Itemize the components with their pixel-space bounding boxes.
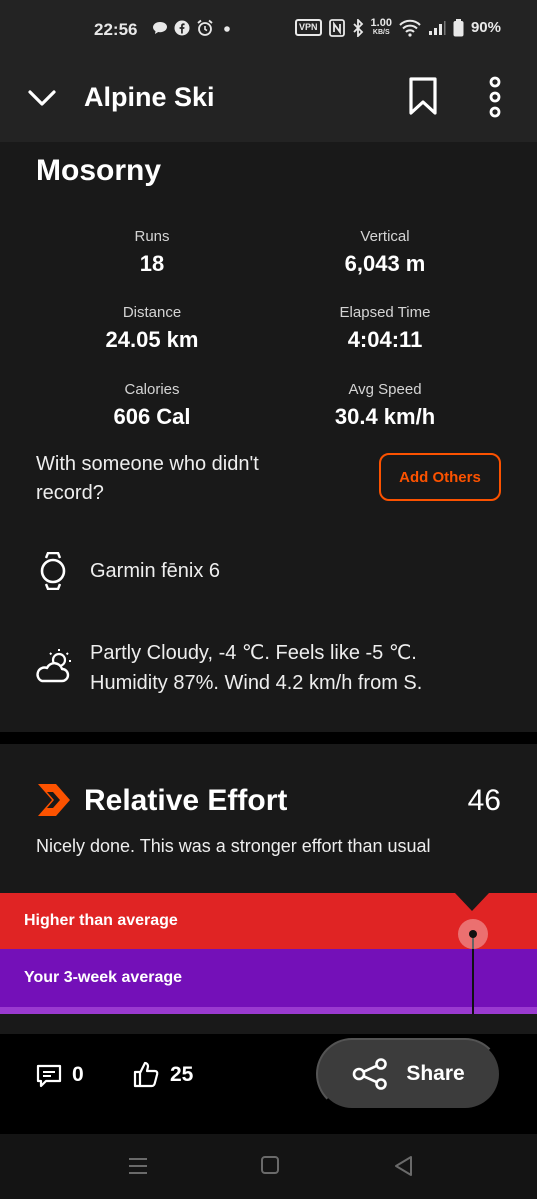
home-icon[interactable] (261, 1156, 279, 1174)
battery-icon (453, 18, 464, 36)
stat-label: Avg Speed (348, 381, 422, 398)
system-status-icons: VPN 1.00 KB/S 90% (295, 18, 501, 37)
stat-value: 6,043 m (344, 251, 426, 276)
stat-value: 30.4 km/h (334, 404, 436, 429)
signal-icon (428, 20, 446, 35)
band-lower-range (0, 1007, 537, 1014)
score-pointer (455, 893, 489, 911)
bluetooth-icon (352, 18, 363, 37)
with-others-prompt: With someone who didn't record? (36, 453, 259, 504)
stat-value: 4:04:11 (347, 327, 423, 352)
band-three-week-average: Your 3-week average (0, 949, 537, 1007)
device-name: Garmin fēnix 6 (90, 560, 221, 582)
dot-icon (224, 26, 230, 32)
back-icon[interactable] (393, 1155, 413, 1177)
relative-effort-card[interactable]: Relative Effort 46 Nicely done. This was… (0, 744, 537, 1034)
chevron-down-icon[interactable] (26, 82, 58, 114)
activity-actions: 0 25 Share (0, 1034, 537, 1134)
app-bar: Alpine Ski (0, 60, 537, 142)
watch-icon (40, 552, 66, 590)
stat-label: Distance (122, 304, 182, 321)
more-vertical-icon[interactable] (482, 76, 508, 118)
stat-calories: Calories 606 Cal (42, 381, 262, 430)
stat-vertical: Vertical 6,043 m (275, 228, 495, 277)
section-divider (0, 732, 537, 744)
vpn-icon: VPN (295, 19, 322, 36)
battery-percent: 90% (470, 19, 501, 36)
stat-runs: Runs 18 (42, 228, 262, 277)
weather-summary: Partly Cloudy, -4 ℃. Feels like -5 ℃. Hu… (90, 638, 510, 698)
stat-value: 24.05 km (105, 327, 199, 352)
add-others-button[interactable]: Add Others (379, 453, 501, 501)
stat-elapsed-time: Elapsed Time 4:04:11 (275, 304, 495, 353)
system-navigation-bar (0, 1134, 537, 1199)
stat-label: Runs (134, 228, 170, 245)
alarm-icon (197, 19, 213, 36)
band-label: Your 3-week average (24, 969, 183, 986)
comment-icon[interactable] (36, 1064, 62, 1088)
share-label: Share (406, 1062, 465, 1085)
net-speed: 1.00 KB/S (370, 17, 392, 37)
thumbs-up-icon[interactable] (133, 1060, 159, 1088)
notification-icons (152, 19, 234, 37)
stat-value: 18 (139, 251, 165, 276)
stat-label: Vertical (360, 228, 410, 245)
partly-cloudy-icon (36, 649, 71, 683)
kudos-count[interactable]: 25 (170, 1063, 193, 1087)
bookmark-icon[interactable] (406, 76, 440, 116)
page-title: Alpine Ski (84, 82, 215, 112)
stat-label: Calories (124, 381, 180, 398)
facebook-icon (174, 20, 190, 36)
weather-line-1: Partly Cloudy, -4 ℃. Feels like -5 ℃. (90, 642, 417, 664)
band-label: Higher than average (24, 912, 178, 929)
share-button[interactable]: Share (316, 1038, 501, 1110)
nfc-icon (328, 18, 345, 37)
stat-avg-speed: Avg Speed 30.4 km/h (275, 381, 495, 430)
activity-name: Mosorny (36, 154, 162, 187)
comment-count[interactable]: 0 (72, 1063, 84, 1087)
stat-value: 606 Cal (113, 404, 191, 429)
relative-effort-title: Relative Effort (84, 784, 288, 817)
activity-details-card: Mosorny Runs 18 Vertical 6,043 m Distanc… (0, 142, 537, 732)
relative-effort-icon (38, 784, 70, 816)
weather-line-2: Humidity 87%. Wind 4.2 km/h from S. (90, 672, 423, 694)
relative-effort-score: 46 (467, 784, 501, 817)
status-time: 22:56 (94, 20, 138, 39)
score-marker-core (469, 930, 477, 938)
share-icon (353, 1058, 388, 1090)
stat-label: Elapsed Time (339, 304, 431, 321)
relative-effort-description: Nicely done. This was a stronger effort … (36, 836, 431, 856)
wifi-icon (399, 19, 421, 37)
chat-bubble-icon (153, 22, 167, 34)
status-bar: 22:56 VPN 1.00 KB/S 90% (0, 0, 537, 60)
recent-apps-icon[interactable] (128, 1156, 148, 1176)
stat-distance: Distance 24.05 km (42, 304, 262, 353)
